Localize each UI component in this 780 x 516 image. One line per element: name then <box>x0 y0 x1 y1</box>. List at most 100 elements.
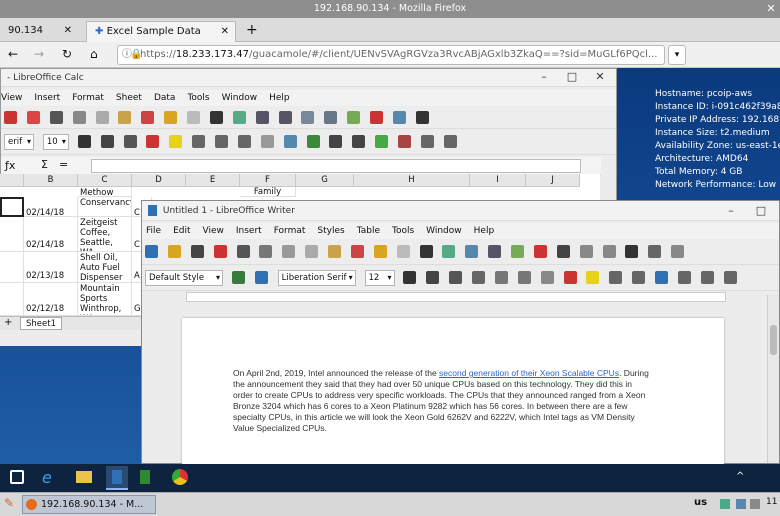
redo-icon[interactable] <box>396 245 410 258</box>
row-header[interactable] <box>0 283 24 316</box>
copy-icon[interactable] <box>305 245 319 258</box>
cut-icon[interactable] <box>72 111 86 124</box>
font-color-icon[interactable] <box>146 135 160 148</box>
menu-format[interactable]: Format <box>72 90 104 106</box>
file-explorer-icon[interactable] <box>76 471 92 483</box>
page-break-icon[interactable] <box>579 245 593 258</box>
underline-icon[interactable] <box>449 271 463 284</box>
edge-icon[interactable]: e <box>42 468 52 487</box>
menu-sheet[interactable]: Sheet <box>116 90 142 106</box>
cell-date[interactable]: 02/12/18 <box>24 283 78 316</box>
align-center-icon[interactable] <box>677 271 691 284</box>
spellcheck-icon[interactable] <box>442 245 456 258</box>
special-char-icon[interactable] <box>415 111 429 124</box>
close-icon[interactable]: ✕ <box>64 21 72 40</box>
add-sheet-button[interactable]: + <box>4 317 12 328</box>
equals-icon[interactable]: = <box>59 158 68 171</box>
add-decimal-icon[interactable] <box>375 135 389 148</box>
col-header[interactable]: G <box>296 174 354 187</box>
col-header[interactable]: B <box>24 174 78 187</box>
chart-icon[interactable] <box>370 111 383 124</box>
cell-description[interactable]: Mountain Sports Winthrop, WA <box>78 283 132 316</box>
cut-icon[interactable] <box>282 245 296 258</box>
clear-format-icon[interactable] <box>540 271 554 284</box>
table-icon[interactable] <box>488 245 502 258</box>
corner-cell[interactable] <box>0 174 24 187</box>
field-icon[interactable] <box>602 245 616 258</box>
align-center-icon[interactable] <box>215 135 228 148</box>
paragraph-style-select[interactable]: Default Style <box>145 270 223 286</box>
keyboard-layout[interactable]: us <box>694 497 707 508</box>
new-tab-button[interactable]: + <box>238 21 266 42</box>
font-color-icon[interactable] <box>563 271 577 284</box>
task-view-icon[interactable] <box>10 470 24 484</box>
redo-icon[interactable] <box>187 111 200 124</box>
currency-icon[interactable] <box>306 135 320 148</box>
justify-icon[interactable] <box>723 271 737 284</box>
open-icon[interactable] <box>167 245 181 258</box>
document-body[interactable]: On April 2nd, 2019, Intel announced the … <box>233 368 651 434</box>
menu-window[interactable]: Window <box>222 90 258 106</box>
align-right-icon[interactable] <box>700 271 714 284</box>
taskbar-firefox-button[interactable]: 192.168.90.134 - M... <box>22 495 156 514</box>
paste-icon[interactable] <box>328 245 341 258</box>
bullets-icon[interactable] <box>609 271 623 284</box>
delete-decimal-icon[interactable] <box>398 135 411 148</box>
number-icon[interactable] <box>352 135 366 148</box>
clock[interactable]: 11 <box>766 497 777 507</box>
menu-format[interactable]: Format <box>274 223 306 239</box>
clone-format-icon[interactable] <box>141 111 155 124</box>
back-icon[interactable]: ← <box>8 47 18 61</box>
menu-tools[interactable]: Tools <box>392 223 414 239</box>
close-icon[interactable]: ✕ <box>592 69 608 85</box>
font-name-select[interactable]: erif <box>4 134 34 150</box>
print-preview-icon[interactable] <box>259 245 273 258</box>
close-icon[interactable]: ✕ <box>221 22 229 41</box>
url-dropdown-icon[interactable]: ▾ <box>668 45 686 65</box>
align-left-icon[interactable] <box>192 135 206 148</box>
cell-date[interactable]: 02/13/18 <box>24 252 78 283</box>
volume-icon[interactable] <box>736 499 746 509</box>
export-pdf-icon[interactable] <box>213 245 227 258</box>
underline-icon[interactable] <box>123 135 137 148</box>
save-icon[interactable] <box>4 111 17 124</box>
menu-styles[interactable]: Styles <box>317 223 344 239</box>
tab-remote[interactable]: 90.134 ✕ <box>0 21 78 42</box>
launcher-icon[interactable]: ✎ <box>4 496 14 510</box>
menu-tools[interactable]: Tools <box>187 90 209 106</box>
cell-date[interactable]: 02/14/18 <box>24 197 78 217</box>
menu-view[interactable]: View <box>1 90 22 106</box>
maximize-icon[interactable]: □ <box>753 203 769 219</box>
undo-icon[interactable] <box>373 245 387 258</box>
document-page[interactable]: On April 2nd, 2019, Intel announced the … <box>182 318 724 465</box>
percent-icon[interactable] <box>329 135 343 148</box>
strikethrough-icon[interactable] <box>472 271 485 284</box>
minimize-icon[interactable]: – <box>536 69 552 85</box>
find-icon[interactable] <box>419 245 433 258</box>
filter-icon[interactable] <box>324 111 338 124</box>
subscript-icon[interactable] <box>517 271 531 284</box>
cell-description[interactable]: Methow Conservancy <box>78 187 132 217</box>
menu-data[interactable]: Data <box>154 90 176 106</box>
find-icon[interactable] <box>209 111 223 124</box>
menu-help[interactable]: Help <box>474 223 495 239</box>
cell-date[interactable]: 02/14/18 <box>24 217 78 252</box>
row-header[interactable] <box>0 252 24 283</box>
col-header[interactable]: J <box>526 174 580 187</box>
highlight-icon[interactable] <box>169 135 183 148</box>
column-icon[interactable] <box>278 111 292 124</box>
hyperlink[interactable]: second generation of their Xeon Scalable… <box>439 368 619 378</box>
bold-icon[interactable] <box>77 135 91 148</box>
italic-icon[interactable] <box>100 135 114 148</box>
highlight-icon[interactable] <box>586 271 600 284</box>
indent-icon[interactable] <box>420 135 434 148</box>
sort-icon[interactable] <box>301 111 315 124</box>
col-header[interactable]: H <box>354 174 470 187</box>
col-header[interactable]: E <box>186 174 240 187</box>
italic-icon[interactable] <box>426 271 440 284</box>
menu-window[interactable]: Window <box>426 223 462 239</box>
wrap-icon[interactable] <box>260 135 274 148</box>
formatting-marks-icon[interactable] <box>465 245 479 258</box>
image-icon[interactable] <box>511 245 524 258</box>
cell-description[interactable]: Zeitgeist Coffee, Seattle, WA <box>78 217 132 252</box>
